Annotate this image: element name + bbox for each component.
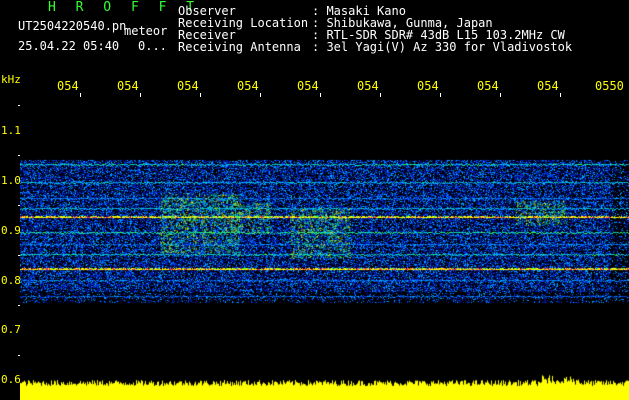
y-tick-label: 0.9	[1, 224, 21, 237]
x-tick-label: 054	[417, 79, 439, 93]
x-tick-mark	[500, 93, 501, 97]
x-tick-label: 054	[177, 79, 199, 93]
x-tick-label: 054	[477, 79, 499, 93]
datetime-label: 25.04.22 05:40	[18, 39, 120, 53]
info-key-antenna: Receiving Antenna	[178, 40, 301, 54]
hrofft-screen: H R O F F T UT2504220540.pn meteor 25.04…	[0, 0, 629, 400]
mode-label: meteor	[124, 24, 168, 38]
x-tick-mark	[320, 93, 321, 97]
x-tick-label: 054	[537, 79, 559, 93]
y-tick-label: 0.7	[1, 323, 21, 336]
x-tick-label: 054	[357, 79, 379, 93]
spectrogram-canvas	[20, 98, 629, 400]
x-tick-label: 0550	[595, 79, 624, 93]
x-tick-mark	[200, 93, 201, 97]
counter-label: 0...	[138, 39, 167, 53]
x-tick-mark	[140, 93, 141, 97]
y-tick-label: 0.8	[1, 274, 21, 287]
y-tick-label: 0.6	[1, 373, 21, 386]
x-tick-mark	[260, 93, 261, 97]
y-tick-label: 1.0	[1, 174, 21, 187]
x-tick-mark	[560, 93, 561, 97]
info-value-antenna: : 3el Yagi(V) Az 330 for Vladivostok	[312, 40, 573, 54]
x-tick-mark	[440, 93, 441, 97]
y-tick-label: 1.1	[1, 124, 21, 137]
x-tick-mark	[380, 93, 381, 97]
x-tick-mark	[80, 93, 81, 97]
x-tick-label: 054	[117, 79, 139, 93]
x-tick-label: 054	[57, 79, 79, 93]
filename-label: UT2504220540.pn	[18, 19, 127, 33]
x-tick-label: 054	[237, 79, 259, 93]
y-unit-label: kHz	[1, 73, 21, 86]
x-tick-label: 054	[297, 79, 319, 93]
